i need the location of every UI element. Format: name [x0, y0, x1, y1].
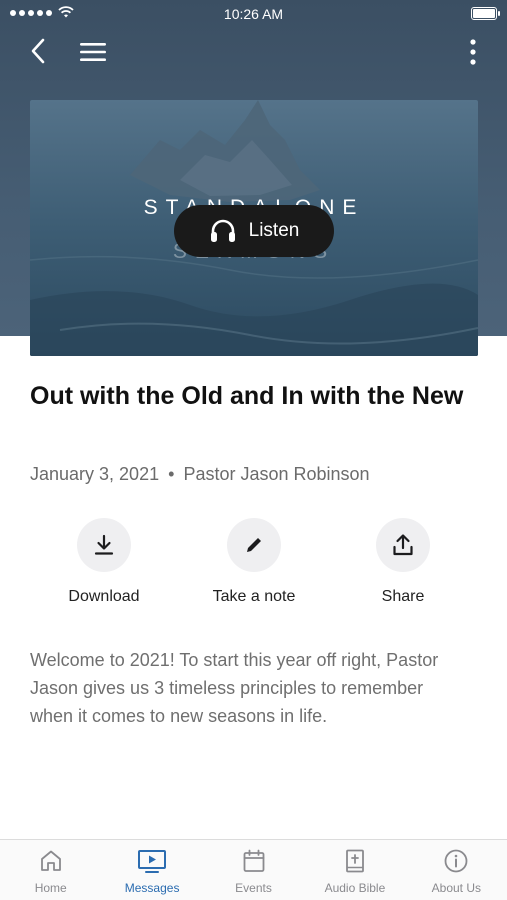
- tab-events-label: Events: [235, 881, 272, 895]
- status-bar: 10:26 AM: [0, 0, 507, 28]
- info-icon: [444, 849, 468, 873]
- tab-audio-bible[interactable]: Audio Bible: [304, 840, 405, 900]
- pencil-icon: [247, 538, 261, 552]
- sermon-title: Out with the Old and In with the New: [30, 382, 464, 410]
- take-note-label: Take a note: [212, 588, 296, 605]
- download-action[interactable]: Download: [39, 518, 169, 606]
- share-button[interactable]: [376, 518, 430, 572]
- share-action[interactable]: Share: [338, 518, 468, 606]
- calendar-icon: [243, 849, 264, 872]
- tab-audio-bible-label: Audio Bible: [324, 881, 386, 895]
- sermon-date: January 3, 2021: [30, 464, 160, 484]
- tab-home[interactable]: Home: [0, 840, 101, 900]
- take-note-button[interactable]: [227, 518, 281, 572]
- listen-button[interactable]: Listen: [174, 205, 334, 257]
- download-label: Download: [68, 588, 140, 605]
- meta-separator: •: [168, 464, 175, 484]
- tab-messages-label: Messages: [124, 881, 180, 895]
- sermon-speaker: Pastor Jason Robinson: [183, 464, 370, 484]
- headphones-icon: [210, 219, 235, 242]
- download-icon: [94, 534, 114, 555]
- back-icon[interactable]: [24, 36, 54, 66]
- bible-icon: [346, 849, 364, 873]
- share-icon: [393, 534, 413, 556]
- take-note-action[interactable]: Take a note: [189, 518, 319, 606]
- download-button[interactable]: [77, 518, 131, 572]
- share-label: Share: [381, 588, 425, 605]
- sermon-artwork: STANDALONE SERMONS Listen: [30, 100, 478, 356]
- tab-events[interactable]: Events: [203, 840, 304, 900]
- sermon-description: Welcome to 2021! To start this year off …: [30, 650, 439, 726]
- tab-about-us-label: About Us: [431, 881, 481, 895]
- listen-label: Listen: [248, 220, 300, 241]
- home-icon: [40, 850, 61, 871]
- tab-home-label: Home: [34, 881, 67, 895]
- status-time: 10:26 AM: [223, 6, 284, 22]
- battery-icon: [471, 7, 500, 20]
- tv-play-icon: [138, 850, 167, 873]
- more-options-icon[interactable]: [467, 38, 479, 66]
- bottom-tab-bar: Home Messages Events Audio Bible About U…: [0, 839, 507, 900]
- hamburger-menu-icon[interactable]: [78, 38, 108, 66]
- sermon-meta: January 3, 2021 • Pastor Jason Robinson: [30, 464, 370, 485]
- tab-about-us[interactable]: About Us: [406, 840, 507, 900]
- tab-messages[interactable]: Messages: [101, 840, 202, 900]
